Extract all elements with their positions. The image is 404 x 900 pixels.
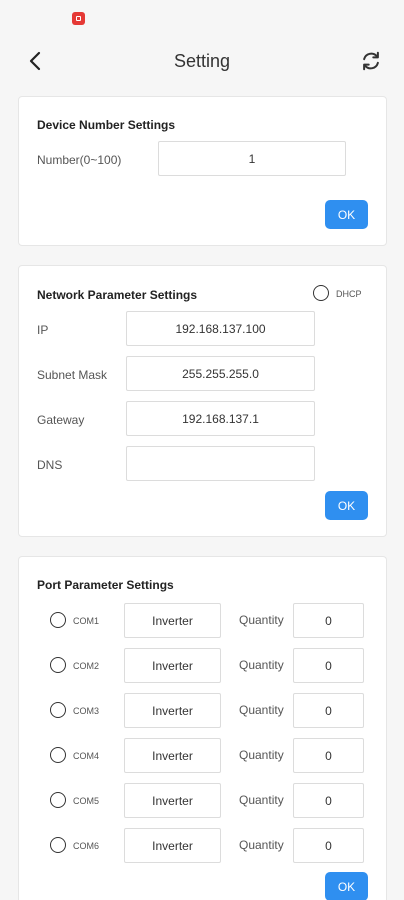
com6-type-input[interactable]: Inverter [124, 828, 221, 863]
com3-radio[interactable] [50, 702, 66, 718]
port-row: COM3 Inverter Quantity 0 [19, 693, 386, 728]
port-row: COM6 Inverter Quantity 0 [19, 828, 386, 863]
page-title: Setting [173, 51, 231, 71]
com4-quantity-input[interactable]: 0 [293, 738, 364, 773]
com6-quantity-label: Quantity [239, 838, 284, 852]
port-row: COM5 Inverter Quantity 0 [19, 783, 386, 818]
header: Setting [0, 38, 404, 88]
network-ok-button[interactable]: OK [325, 491, 368, 520]
refresh-button[interactable] [358, 48, 384, 74]
dhcp-label: DHCP [336, 289, 362, 299]
gateway-input[interactable]: 192.168.137.1 [126, 401, 315, 436]
ip-input[interactable]: 192.168.137.100 [126, 311, 315, 346]
gateway-label: Gateway [37, 413, 85, 427]
com6-label: COM6 [73, 841, 100, 851]
com4-quantity-label: Quantity [239, 748, 284, 762]
port-ok-button[interactable]: OK [325, 872, 368, 900]
app-notification-icon [72, 12, 85, 25]
com3-quantity-input[interactable]: 0 [293, 693, 364, 728]
port-card: Port Parameter Settings COM1 Inverter Qu… [18, 556, 387, 900]
refresh-icon [363, 51, 379, 71]
network-card: Network Parameter Settings DHCP IP 192.1… [18, 265, 387, 537]
com2-label: COM2 [73, 661, 100, 671]
port-title: Port Parameter Settings [37, 578, 174, 592]
com2-quantity-input[interactable]: 0 [293, 648, 364, 683]
port-row: COM2 Inverter Quantity 0 [19, 648, 386, 683]
dhcp-radio[interactable] [313, 285, 329, 301]
com3-label: COM3 [73, 706, 100, 716]
com1-quantity-input[interactable]: 0 [293, 603, 364, 638]
subnet-mask-label: Subnet Mask [37, 368, 108, 382]
device-number-title: Device Number Settings [37, 118, 176, 132]
device-number-input[interactable]: 1 [158, 141, 346, 176]
dns-input[interactable] [126, 446, 315, 481]
com5-label: COM5 [73, 796, 100, 806]
port-row: COM4 Inverter Quantity 0 [19, 738, 386, 773]
com2-radio[interactable] [50, 657, 66, 673]
com5-type-input[interactable]: Inverter [124, 783, 221, 818]
com5-quantity-input[interactable]: 0 [293, 783, 364, 818]
com5-radio[interactable] [50, 792, 66, 808]
com6-radio[interactable] [50, 837, 66, 853]
com5-quantity-label: Quantity [239, 793, 284, 807]
com1-label: COM1 [73, 616, 100, 626]
device-number-card: Device Number Settings Number(0~100) 1 O… [18, 96, 387, 246]
com4-radio[interactable] [50, 747, 66, 763]
com6-quantity-input[interactable]: 0 [293, 828, 364, 863]
com1-type-input[interactable]: Inverter [124, 603, 221, 638]
port-row: COM1 Inverter Quantity 0 [19, 603, 386, 638]
status-bar [0, 0, 404, 38]
network-title: Network Parameter Settings [37, 288, 198, 302]
com2-quantity-label: Quantity [239, 658, 284, 672]
subnet-mask-input[interactable]: 255.255.255.0 [126, 356, 315, 391]
com2-type-input[interactable]: Inverter [124, 648, 221, 683]
com1-quantity-label: Quantity [239, 613, 284, 627]
com3-type-input[interactable]: Inverter [124, 693, 221, 728]
device-number-ok-button[interactable]: OK [325, 200, 368, 229]
number-label: Number(0~100) [37, 153, 122, 167]
com3-quantity-label: Quantity [239, 703, 284, 717]
dns-label: DNS [37, 458, 63, 472]
com1-radio[interactable] [50, 612, 66, 628]
com4-type-input[interactable]: Inverter [124, 738, 221, 773]
com4-label: COM4 [73, 751, 100, 761]
ip-label: IP [37, 323, 49, 337]
